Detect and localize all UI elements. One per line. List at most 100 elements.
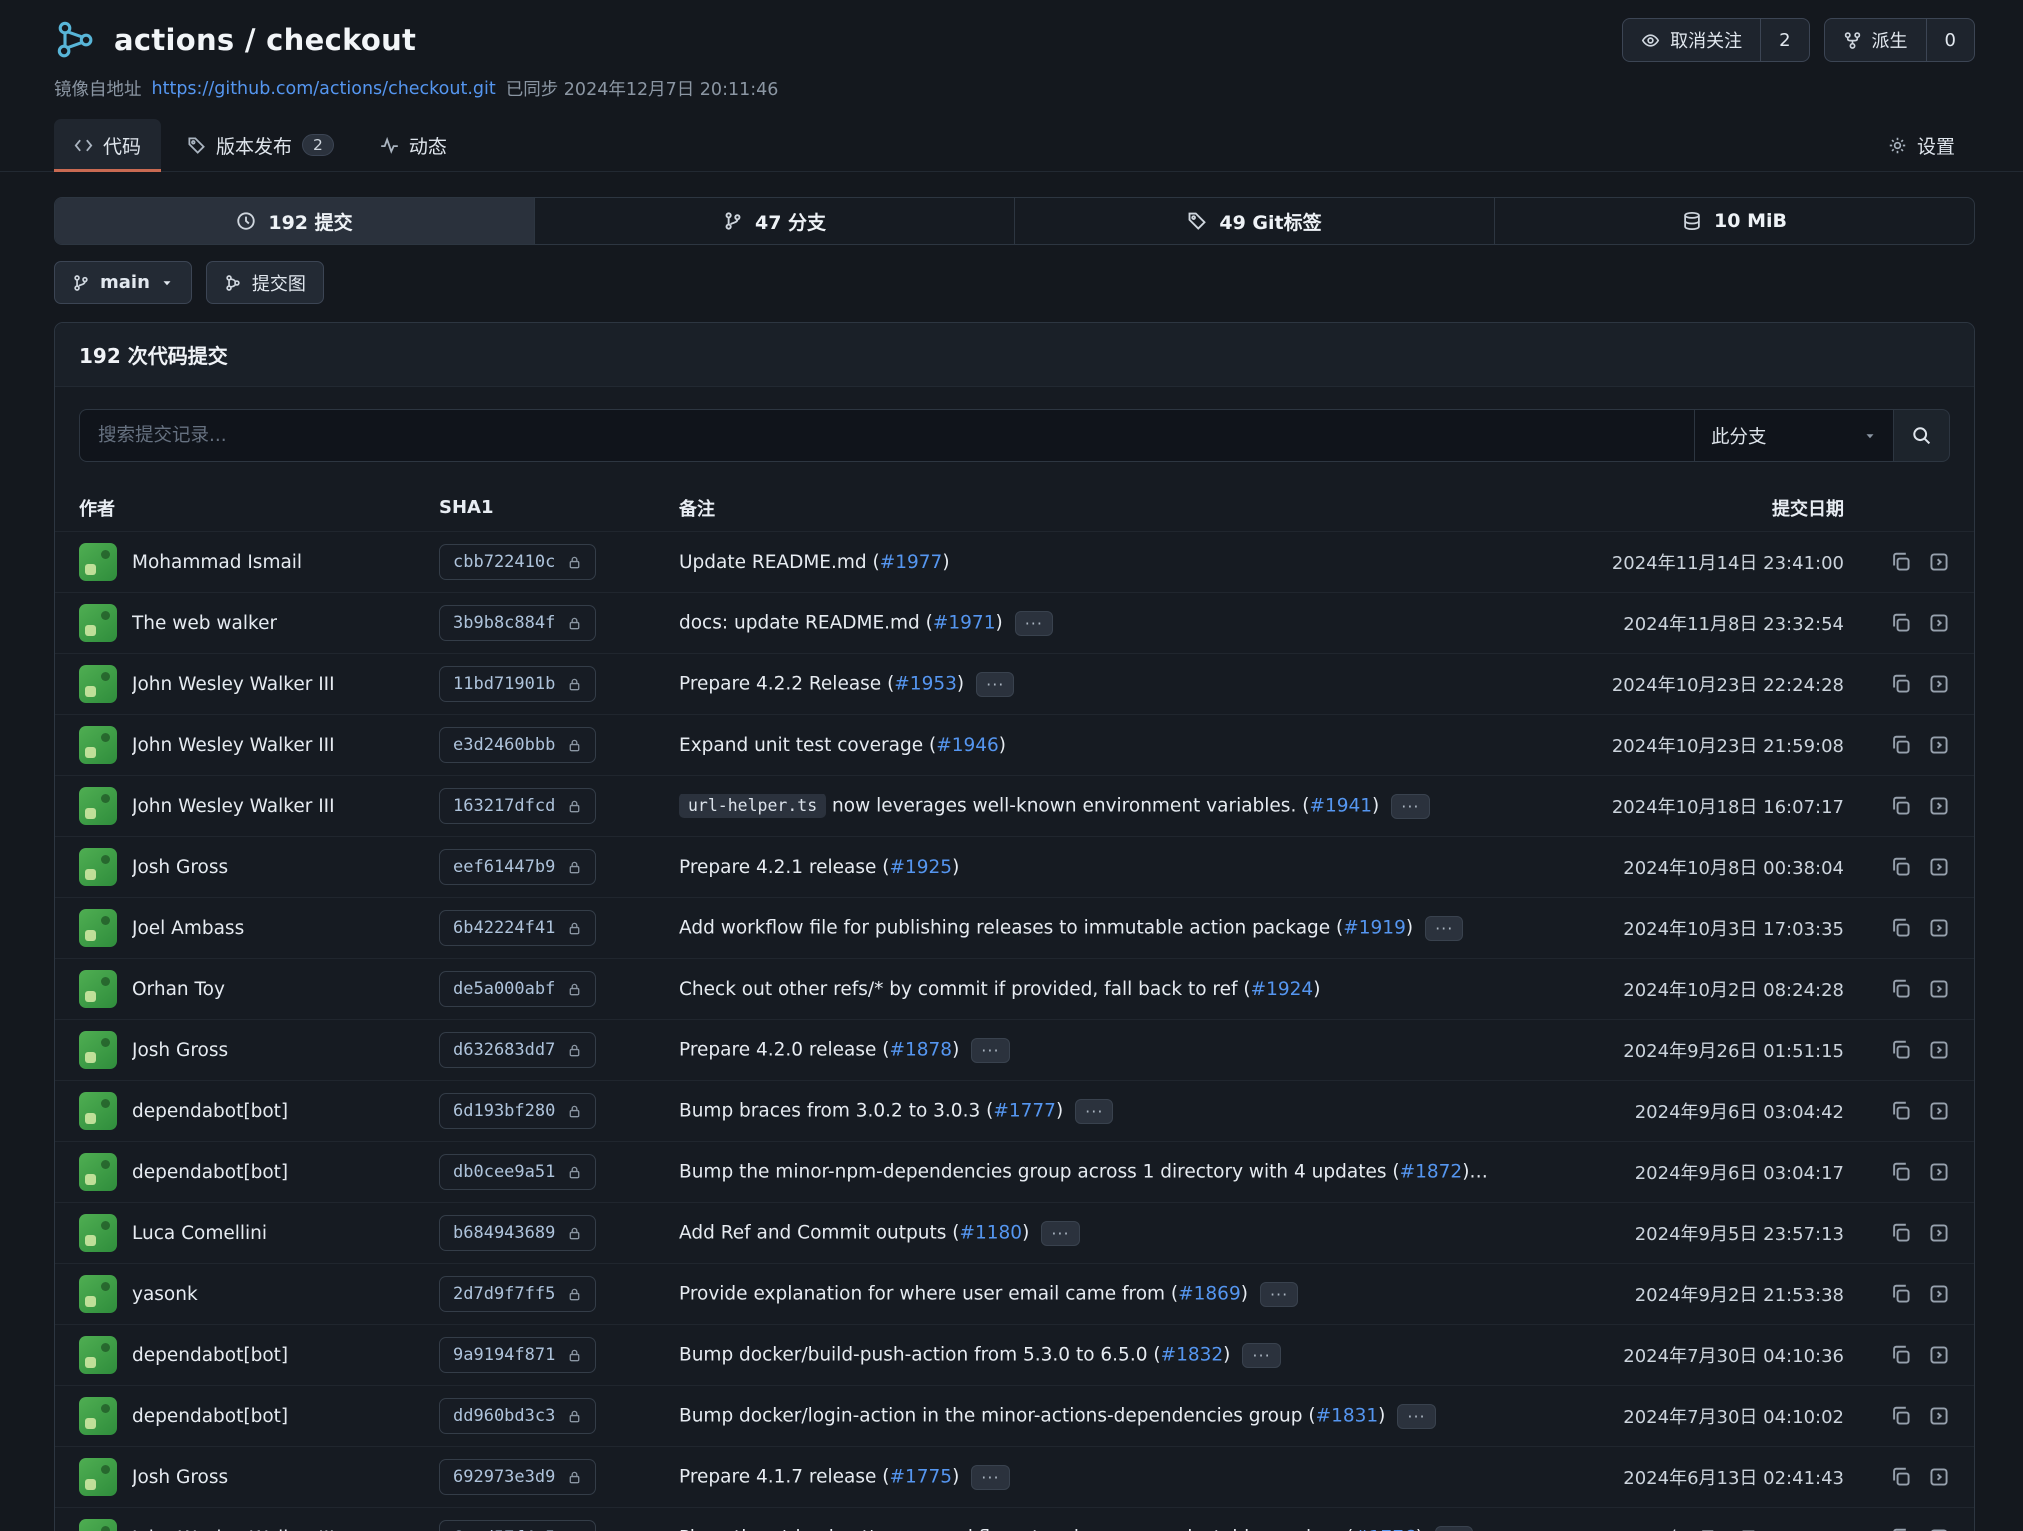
- expand-commit-button[interactable]: ···: [1435, 1526, 1473, 1531]
- browse-source-button[interactable]: [1928, 1344, 1950, 1366]
- avatar[interactable]: [79, 1031, 117, 1069]
- fork-button[interactable]: 派生: [1825, 19, 1926, 61]
- author-name[interactable]: Josh Gross: [132, 1467, 228, 1488]
- expand-commit-button[interactable]: ···: [1075, 1099, 1113, 1124]
- pr-link[interactable]: #1941: [1309, 795, 1372, 816]
- browse-source-button[interactable]: [1928, 795, 1950, 817]
- author-name[interactable]: dependabot[bot]: [132, 1345, 288, 1366]
- browse-source-button[interactable]: [1928, 1222, 1950, 1244]
- browse-source-button[interactable]: [1928, 1100, 1950, 1122]
- commits-stat[interactable]: 192 提交: [55, 198, 534, 244]
- avatar[interactable]: [79, 787, 117, 825]
- commit-sha-badge[interactable]: d632683dd7: [439, 1032, 596, 1068]
- branch-filter-select[interactable]: 此分支: [1694, 409, 1894, 462]
- branch-selector[interactable]: main: [54, 261, 192, 304]
- avatar[interactable]: [79, 1092, 117, 1130]
- search-input[interactable]: [79, 409, 1694, 462]
- browse-source-button[interactable]: [1928, 734, 1950, 756]
- expand-commit-button[interactable]: ···: [1397, 1404, 1435, 1429]
- author-name[interactable]: Mohammad Ismail: [132, 552, 302, 573]
- pr-link[interactable]: #1953: [894, 673, 957, 694]
- pr-link[interactable]: #1971: [933, 612, 996, 633]
- commit-sha-badge[interactable]: 692973e3d9: [439, 1459, 596, 1495]
- author-name[interactable]: Josh Gross: [132, 1040, 228, 1061]
- avatar[interactable]: [79, 1275, 117, 1313]
- author-name[interactable]: Josh Gross: [132, 857, 228, 878]
- author-name[interactable]: John Wesley Walker III: [132, 674, 335, 695]
- copy-sha-button[interactable]: [1890, 1283, 1912, 1305]
- browse-source-button[interactable]: [1928, 856, 1950, 878]
- author-name[interactable]: The web walker: [132, 613, 277, 634]
- browse-source-button[interactable]: [1928, 551, 1950, 573]
- commit-sha-badge[interactable]: b684943689: [439, 1215, 596, 1251]
- unwatch-button[interactable]: 取消关注: [1623, 19, 1760, 61]
- copy-sha-button[interactable]: [1890, 795, 1912, 817]
- browse-source-button[interactable]: [1928, 1405, 1950, 1427]
- commit-sha-badge[interactable]: de5a000abf: [439, 971, 596, 1007]
- commit-sha-badge[interactable]: 6b42224f41: [439, 910, 596, 946]
- page-title[interactable]: actions / checkout: [114, 23, 416, 57]
- commit-sha-badge[interactable]: 6ccd57f4c5: [439, 1520, 596, 1531]
- pr-link[interactable]: #1977: [880, 552, 943, 573]
- commit-sha-badge[interactable]: 3b9b8c884f: [439, 605, 596, 641]
- author-name[interactable]: dependabot[bot]: [132, 1101, 288, 1122]
- commit-sha-badge[interactable]: 163217dfcd: [439, 788, 596, 824]
- copy-sha-button[interactable]: [1890, 1100, 1912, 1122]
- tags-stat[interactable]: 49 Git标签: [1014, 198, 1494, 244]
- pr-link[interactable]: #1925: [889, 857, 952, 878]
- pr-link[interactable]: #1832: [1161, 1344, 1224, 1365]
- forks-count-button[interactable]: 0: [1926, 19, 1974, 61]
- browse-source-button[interactable]: [1928, 917, 1950, 939]
- expand-commit-button[interactable]: ···: [1015, 611, 1053, 636]
- author-name[interactable]: dependabot[bot]: [132, 1406, 288, 1427]
- copy-sha-button[interactable]: [1890, 917, 1912, 939]
- avatar[interactable]: [79, 909, 117, 947]
- avatar[interactable]: [79, 1336, 117, 1374]
- commit-sha-badge[interactable]: 6d193bf280: [439, 1093, 596, 1129]
- browse-source-button[interactable]: [1928, 1283, 1950, 1305]
- avatar[interactable]: [79, 1153, 117, 1191]
- copy-sha-button[interactable]: [1890, 612, 1912, 634]
- browse-source-button[interactable]: [1928, 612, 1950, 634]
- pr-link[interactable]: #1878: [889, 1039, 952, 1060]
- avatar[interactable]: [79, 970, 117, 1008]
- commit-sha-badge[interactable]: e3d2460bbb: [439, 727, 596, 763]
- copy-sha-button[interactable]: [1890, 551, 1912, 573]
- avatar[interactable]: [79, 1397, 117, 1435]
- browse-source-button[interactable]: [1928, 673, 1950, 695]
- copy-sha-button[interactable]: [1890, 1344, 1912, 1366]
- size-stat[interactable]: 10 MiB: [1494, 198, 1974, 244]
- author-name[interactable]: Orhan Toy: [132, 979, 225, 1000]
- watchers-count-button[interactable]: 2: [1760, 19, 1808, 61]
- pr-link[interactable]: #1869: [1178, 1283, 1241, 1304]
- expand-commit-button[interactable]: ···: [971, 1465, 1009, 1490]
- copy-sha-button[interactable]: [1890, 1039, 1912, 1061]
- expand-commit-button[interactable]: ···: [1041, 1221, 1079, 1246]
- expand-commit-button[interactable]: ···: [976, 672, 1014, 697]
- pr-link[interactable]: #1180: [960, 1222, 1023, 1243]
- avatar[interactable]: [79, 726, 117, 764]
- author-name[interactable]: John Wesley Walker III: [132, 796, 335, 817]
- author-name[interactable]: Luca Comellini: [132, 1223, 267, 1244]
- author-name[interactable]: yasonk: [132, 1284, 198, 1305]
- pr-link[interactable]: #1831: [1316, 1405, 1379, 1426]
- browse-source-button[interactable]: [1928, 978, 1950, 1000]
- avatar[interactable]: [79, 1214, 117, 1252]
- author-name[interactable]: John Wesley Walker III: [132, 735, 335, 756]
- avatar[interactable]: [79, 543, 117, 581]
- tab-releases[interactable]: 版本发布 2: [167, 119, 354, 171]
- expand-commit-button[interactable]: ···: [1391, 794, 1429, 819]
- tab-settings[interactable]: 设置: [1868, 119, 1975, 171]
- commit-sha-badge[interactable]: dd960bd3c3: [439, 1398, 596, 1434]
- copy-sha-button[interactable]: [1890, 856, 1912, 878]
- commit-sha-badge[interactable]: cbb722410c: [439, 544, 596, 580]
- pr-link[interactable]: #1777: [993, 1100, 1056, 1121]
- avatar[interactable]: [79, 1458, 117, 1496]
- browse-source-button[interactable]: [1928, 1466, 1950, 1488]
- browse-source-button[interactable]: [1928, 1039, 1950, 1061]
- pr-link[interactable]: #1872: [1400, 1161, 1463, 1182]
- author-name[interactable]: dependabot[bot]: [132, 1162, 288, 1183]
- copy-sha-button[interactable]: [1890, 1222, 1912, 1244]
- commit-sha-badge[interactable]: 9a9194f871: [439, 1337, 596, 1373]
- pr-link[interactable]: #1776: [1353, 1527, 1416, 1531]
